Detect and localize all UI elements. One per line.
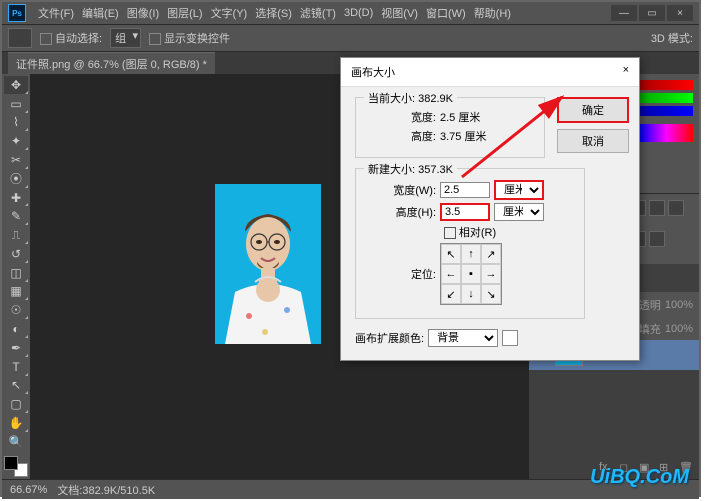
wand-tool-icon[interactable]: ✦ bbox=[4, 132, 28, 150]
auto-select-check[interactable]: 自动选择: bbox=[40, 30, 102, 46]
marquee-tool-icon[interactable]: ▭ bbox=[4, 95, 28, 113]
brush-tool-icon[interactable]: ✎ bbox=[4, 207, 28, 225]
cancel-button[interactable]: 取消 bbox=[557, 129, 629, 153]
photoshop-window: Ps 文件(F) 编辑(E) 图像(I) 图层(L) 文字(Y) 选择(S) 滤… bbox=[0, 0, 701, 497]
eyedropper-tool-icon[interactable]: ⦿ bbox=[4, 170, 28, 188]
history-brush-icon[interactable]: ↺ bbox=[4, 245, 28, 263]
height-unit-select[interactable]: 厘米 bbox=[494, 203, 544, 221]
mode-3d-label: 3D 模式: bbox=[651, 30, 693, 46]
menu-filter[interactable]: 滤镜(T) bbox=[296, 5, 340, 21]
tools-panel: ✥ ▭ ⌇ ✦ ✂ ⦿ ✚ ✎ ⎍ ↺ ◫ ▦ ☉ ◐ ✒ T ↖ ▢ ✋ 🔍 bbox=[2, 74, 30, 479]
menu-image[interactable]: 图像(I) bbox=[123, 5, 163, 21]
current-size-group: 当前大小: 382.9K 宽度:2.5 厘米 高度:3.75 厘米 bbox=[355, 97, 545, 158]
anchor-grid[interactable]: ↖↑↗ ←▪→ ↙↓↘ bbox=[440, 243, 502, 305]
eraser-tool-icon[interactable]: ◫ bbox=[4, 264, 28, 282]
blur-tool-icon[interactable]: ☉ bbox=[4, 301, 28, 319]
current-size-legend: 当前大小: 382.9K bbox=[364, 90, 457, 106]
opacity-value[interactable]: 100% bbox=[665, 299, 693, 311]
menu-layer[interactable]: 图层(L) bbox=[163, 5, 206, 21]
menu-help[interactable]: 帮助(H) bbox=[470, 5, 515, 21]
menu-bar: Ps 文件(F) 编辑(E) 图像(I) 图层(L) 文字(Y) 选择(S) 滤… bbox=[2, 2, 699, 24]
dialog-titlebar[interactable]: 画布大小 × bbox=[341, 58, 639, 87]
doc-info[interactable]: 文档:382.9K/510.5K bbox=[57, 482, 155, 498]
move-tool-icon[interactable]: ✥ bbox=[4, 76, 28, 94]
dodge-tool-icon[interactable]: ◐ bbox=[4, 320, 28, 338]
new-size-legend: 新建大小: 357.3K bbox=[364, 161, 457, 177]
adj-select-icon[interactable] bbox=[649, 231, 665, 247]
hand-tool-icon[interactable]: ✋ bbox=[4, 414, 28, 432]
pen-tool-icon[interactable]: ✒ bbox=[4, 339, 28, 357]
anchor-label: 定位: bbox=[366, 266, 436, 282]
path-tool-icon[interactable]: ↖ bbox=[4, 377, 28, 395]
document-tab[interactable]: 证件照.png @ 66.7% (图层 0, RGB/8) * bbox=[8, 52, 215, 75]
adj-photo-icon[interactable] bbox=[668, 200, 684, 216]
width-unit-select[interactable]: 厘米 bbox=[494, 180, 544, 200]
fill-value[interactable]: 100% bbox=[665, 323, 693, 335]
new-height-input[interactable] bbox=[440, 203, 490, 221]
ps-logo: Ps bbox=[8, 4, 26, 22]
lasso-tool-icon[interactable]: ⌇ bbox=[4, 114, 28, 132]
new-width-input[interactable] bbox=[440, 182, 490, 198]
ext-color-select[interactable]: 背景 bbox=[428, 329, 498, 347]
fill-label: 填充 bbox=[639, 321, 661, 337]
cur-height-label: 高度: bbox=[366, 128, 436, 144]
menu-edit[interactable]: 编辑(E) bbox=[78, 5, 123, 21]
menu-view[interactable]: 视图(V) bbox=[377, 5, 422, 21]
window-controls: — ▭ × bbox=[611, 5, 693, 21]
crop-tool-icon[interactable]: ✂ bbox=[4, 151, 28, 169]
show-transform-check[interactable]: 显示变换控件 bbox=[149, 30, 230, 46]
canvas-size-dialog: 画布大小 × 确定 取消 当前大小: 382.9K 宽度:2.5 厘米 高度:3… bbox=[340, 57, 640, 361]
menu-file[interactable]: 文件(F) bbox=[34, 5, 78, 21]
shape-tool-icon[interactable]: ▢ bbox=[4, 395, 28, 413]
new-size-group: 新建大小: 357.3K 宽度(W): 厘米 高度(H): 厘米 相对(R) 定… bbox=[355, 168, 585, 319]
stamp-tool-icon[interactable]: ⎍ bbox=[4, 226, 28, 244]
menu-type[interactable]: 文字(Y) bbox=[207, 5, 252, 21]
color-swatches-icon[interactable] bbox=[4, 456, 28, 477]
ext-color-label: 画布扩展颜色: bbox=[355, 330, 424, 346]
watermark: UiBQ.CoM bbox=[590, 466, 689, 489]
maximize-button[interactable]: ▭ bbox=[639, 5, 665, 21]
auto-select-kind[interactable]: 组 bbox=[110, 28, 141, 48]
document-image bbox=[215, 184, 321, 344]
cur-width-label: 宽度: bbox=[366, 109, 436, 125]
options-bar: 自动选择: 组 显示变换控件 3D 模式: bbox=[2, 24, 699, 52]
type-tool-icon[interactable]: T bbox=[4, 358, 28, 376]
zoom-level[interactable]: 66.67% bbox=[10, 484, 47, 496]
ext-color-swatch[interactable] bbox=[502, 330, 518, 346]
ok-button[interactable]: 确定 bbox=[557, 97, 629, 123]
zoom-tool-icon[interactable]: 🔍 bbox=[4, 433, 28, 451]
dialog-close-icon[interactable]: × bbox=[623, 64, 629, 80]
menu-window[interactable]: 窗口(W) bbox=[422, 5, 470, 21]
new-width-label: 宽度(W): bbox=[366, 182, 436, 198]
tool-preset-picker[interactable] bbox=[8, 28, 32, 48]
close-button[interactable]: × bbox=[667, 5, 693, 21]
adj-bw-icon[interactable] bbox=[649, 200, 665, 216]
gradient-tool-icon[interactable]: ▦ bbox=[4, 283, 28, 301]
relative-checkbox[interactable]: 相对(R) bbox=[444, 224, 496, 240]
heal-tool-icon[interactable]: ✚ bbox=[4, 189, 28, 207]
menu-select[interactable]: 选择(S) bbox=[251, 5, 296, 21]
cur-width-value: 2.5 厘米 bbox=[440, 109, 480, 125]
new-height-label: 高度(H): bbox=[366, 204, 436, 220]
minimize-button[interactable]: — bbox=[611, 5, 637, 21]
menu-3d[interactable]: 3D(D) bbox=[340, 7, 377, 19]
cur-height-value: 3.75 厘米 bbox=[440, 128, 486, 144]
dialog-title: 画布大小 bbox=[351, 64, 395, 80]
